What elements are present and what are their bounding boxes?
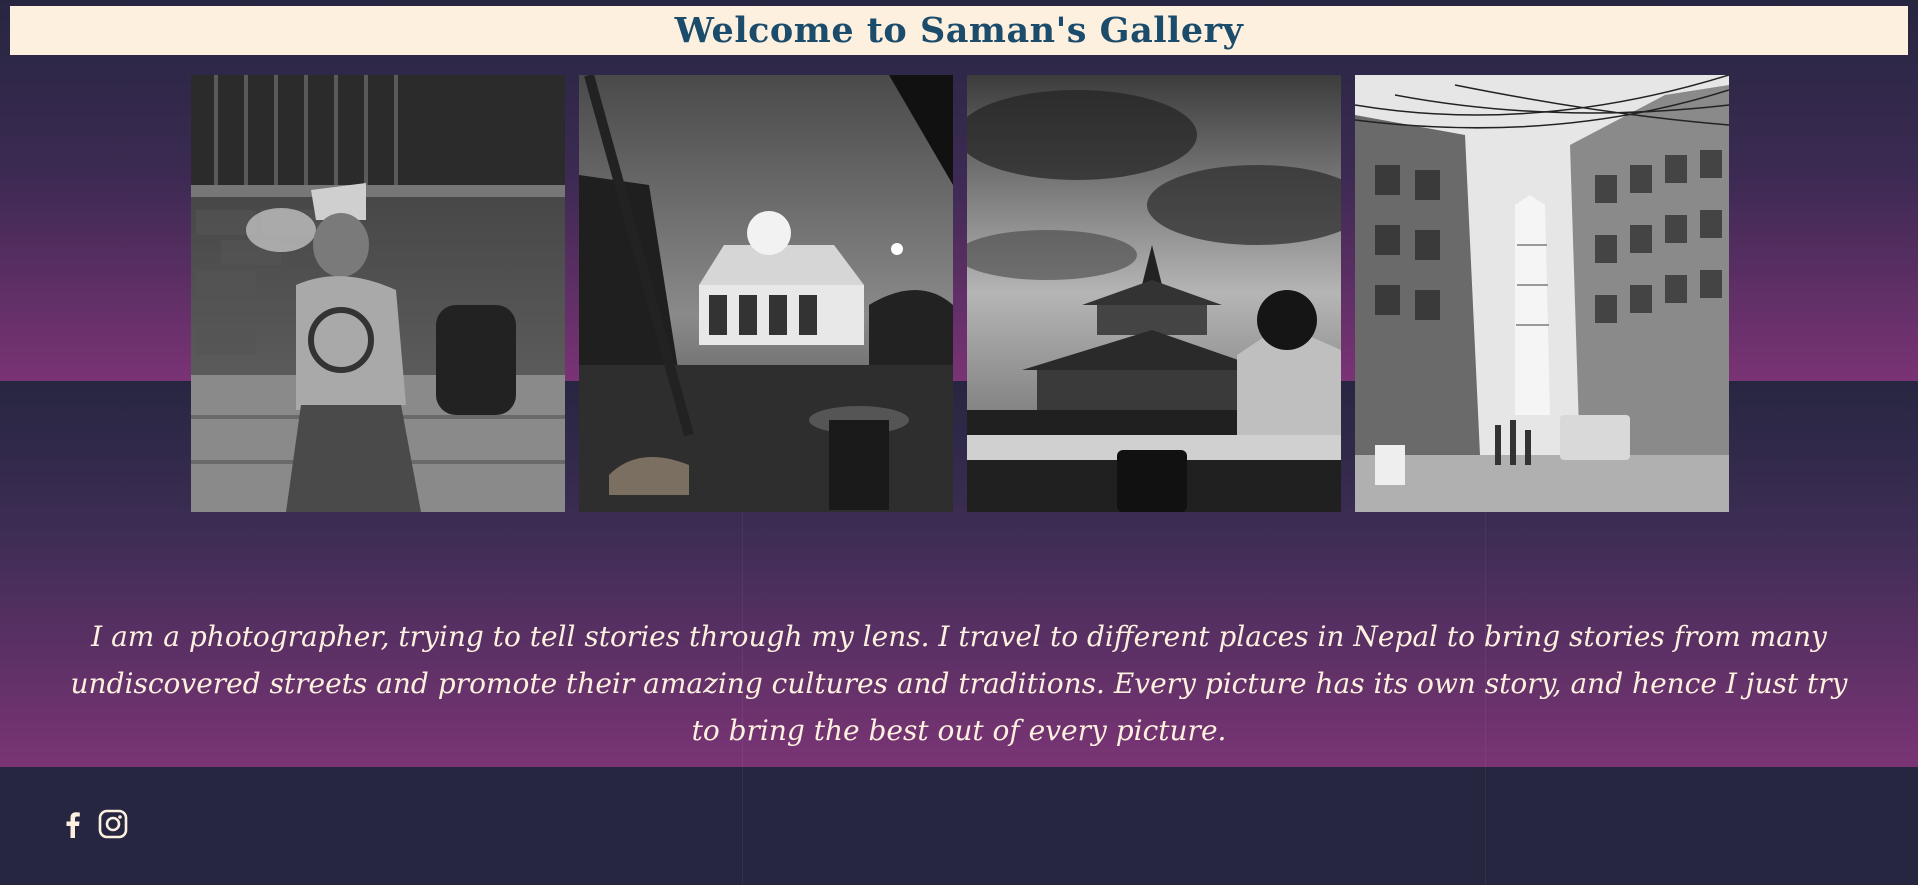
instagram-link[interactable]: [98, 808, 128, 840]
facebook-link[interactable]: [58, 808, 88, 840]
gallery-photo-man-smoking[interactable]: [191, 75, 565, 512]
site-header: Welcome to Saman's Gallery: [10, 6, 1908, 55]
gallery-photo-street-tower[interactable]: [1355, 75, 1729, 512]
gallery-photo-temple-courtyard[interactable]: [579, 75, 953, 512]
instagram-icon: [98, 809, 128, 839]
social-links: [58, 808, 128, 840]
footer: [0, 767, 1918, 885]
bio-text: I am a photographer, trying to tell stor…: [70, 620, 1848, 747]
facebook-icon: [66, 812, 80, 838]
page-title: Welcome to Saman's Gallery: [674, 10, 1244, 51]
gallery-photo-pagoda-temple[interactable]: [967, 75, 1341, 512]
